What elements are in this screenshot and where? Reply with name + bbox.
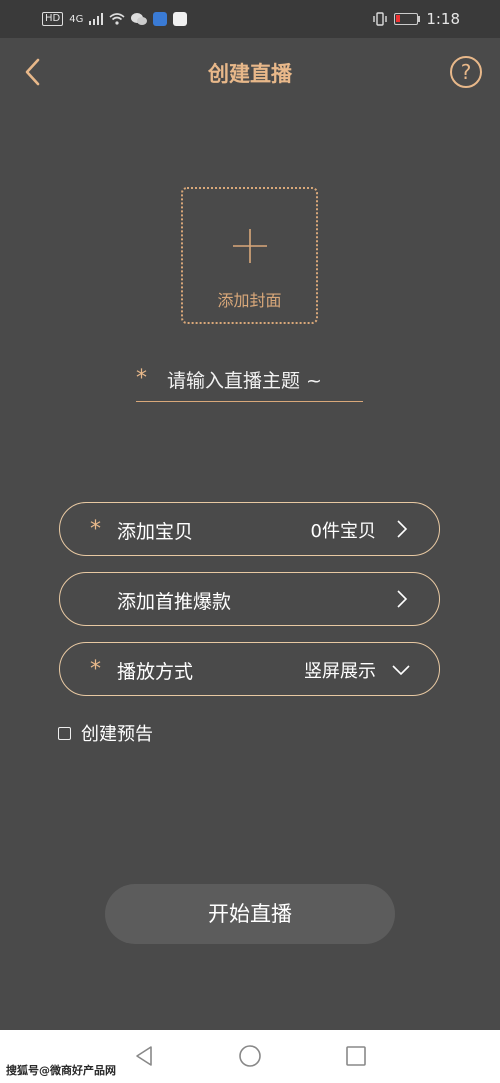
add-cover-button[interactable]: 添加封面 [181, 187, 318, 324]
chevron-right-icon [397, 520, 408, 538]
checkbox-box[interactable] [58, 726, 71, 740]
help-icon[interactable]: ? [450, 56, 482, 88]
page-title: 创建直播 [208, 62, 292, 86]
watermark: 搜狐号@微商好产品网 [6, 1064, 116, 1077]
nav-home-icon[interactable] [238, 1044, 262, 1068]
add-featured-label: 添加首推爆款 [117, 591, 232, 613]
chevron-down-icon [392, 665, 410, 676]
shield-app-icon [153, 12, 168, 26]
play-mode-value: 竖屏展示 [304, 661, 376, 682]
chevron-right-icon [397, 590, 408, 608]
nav-back-icon[interactable] [132, 1044, 156, 1068]
app-icon [173, 12, 188, 26]
add-item-row[interactable]: * 添加宝贝 0件宝贝 [59, 502, 440, 556]
plus-icon [233, 229, 267, 263]
hd-badge: HD [42, 12, 64, 26]
play-mode-label: 播放方式 [117, 661, 194, 683]
item-count: 0件宝贝 [310, 521, 376, 542]
status-time: 1:18 [426, 10, 460, 28]
start-live-button[interactable]: 开始直播 [105, 884, 395, 944]
add-cover-label: 添加封面 [217, 291, 282, 310]
status-left: HD 4G [42, 12, 188, 26]
status-bar: HD 4G 1:18 [0, 0, 500, 38]
vibrate-icon [373, 12, 388, 26]
add-item-label: 添加宝贝 [117, 521, 194, 543]
create-preview-label: 创建预告 [81, 724, 153, 745]
required-mark: * [90, 657, 101, 682]
header: 创建直播 ? [0, 50, 500, 96]
create-preview-checkbox[interactable]: 创建预告 [58, 722, 153, 745]
battery-nub [418, 16, 421, 22]
status-right: 1:18 [372, 10, 460, 28]
nav-recents-icon[interactable] [344, 1044, 368, 1068]
topic-input[interactable]: * 请输入直播主题 ~ [136, 362, 363, 402]
battery-icon [394, 13, 419, 25]
play-mode-row[interactable]: * 播放方式 竖屏展示 [59, 642, 440, 696]
topic-placeholder: 请输入直播主题 ~ [167, 370, 322, 392]
wechat-icon [131, 13, 148, 25]
required-mark: * [90, 517, 101, 542]
add-featured-row[interactable]: 添加首推爆款 [59, 572, 440, 626]
wifi-icon [109, 13, 125, 25]
required-mark: * [136, 366, 147, 391]
signal-icon [89, 13, 104, 25]
network-badge: 4G [69, 13, 84, 25]
navigation-bar: 搜狐号@微商好产品网 [0, 1030, 500, 1083]
